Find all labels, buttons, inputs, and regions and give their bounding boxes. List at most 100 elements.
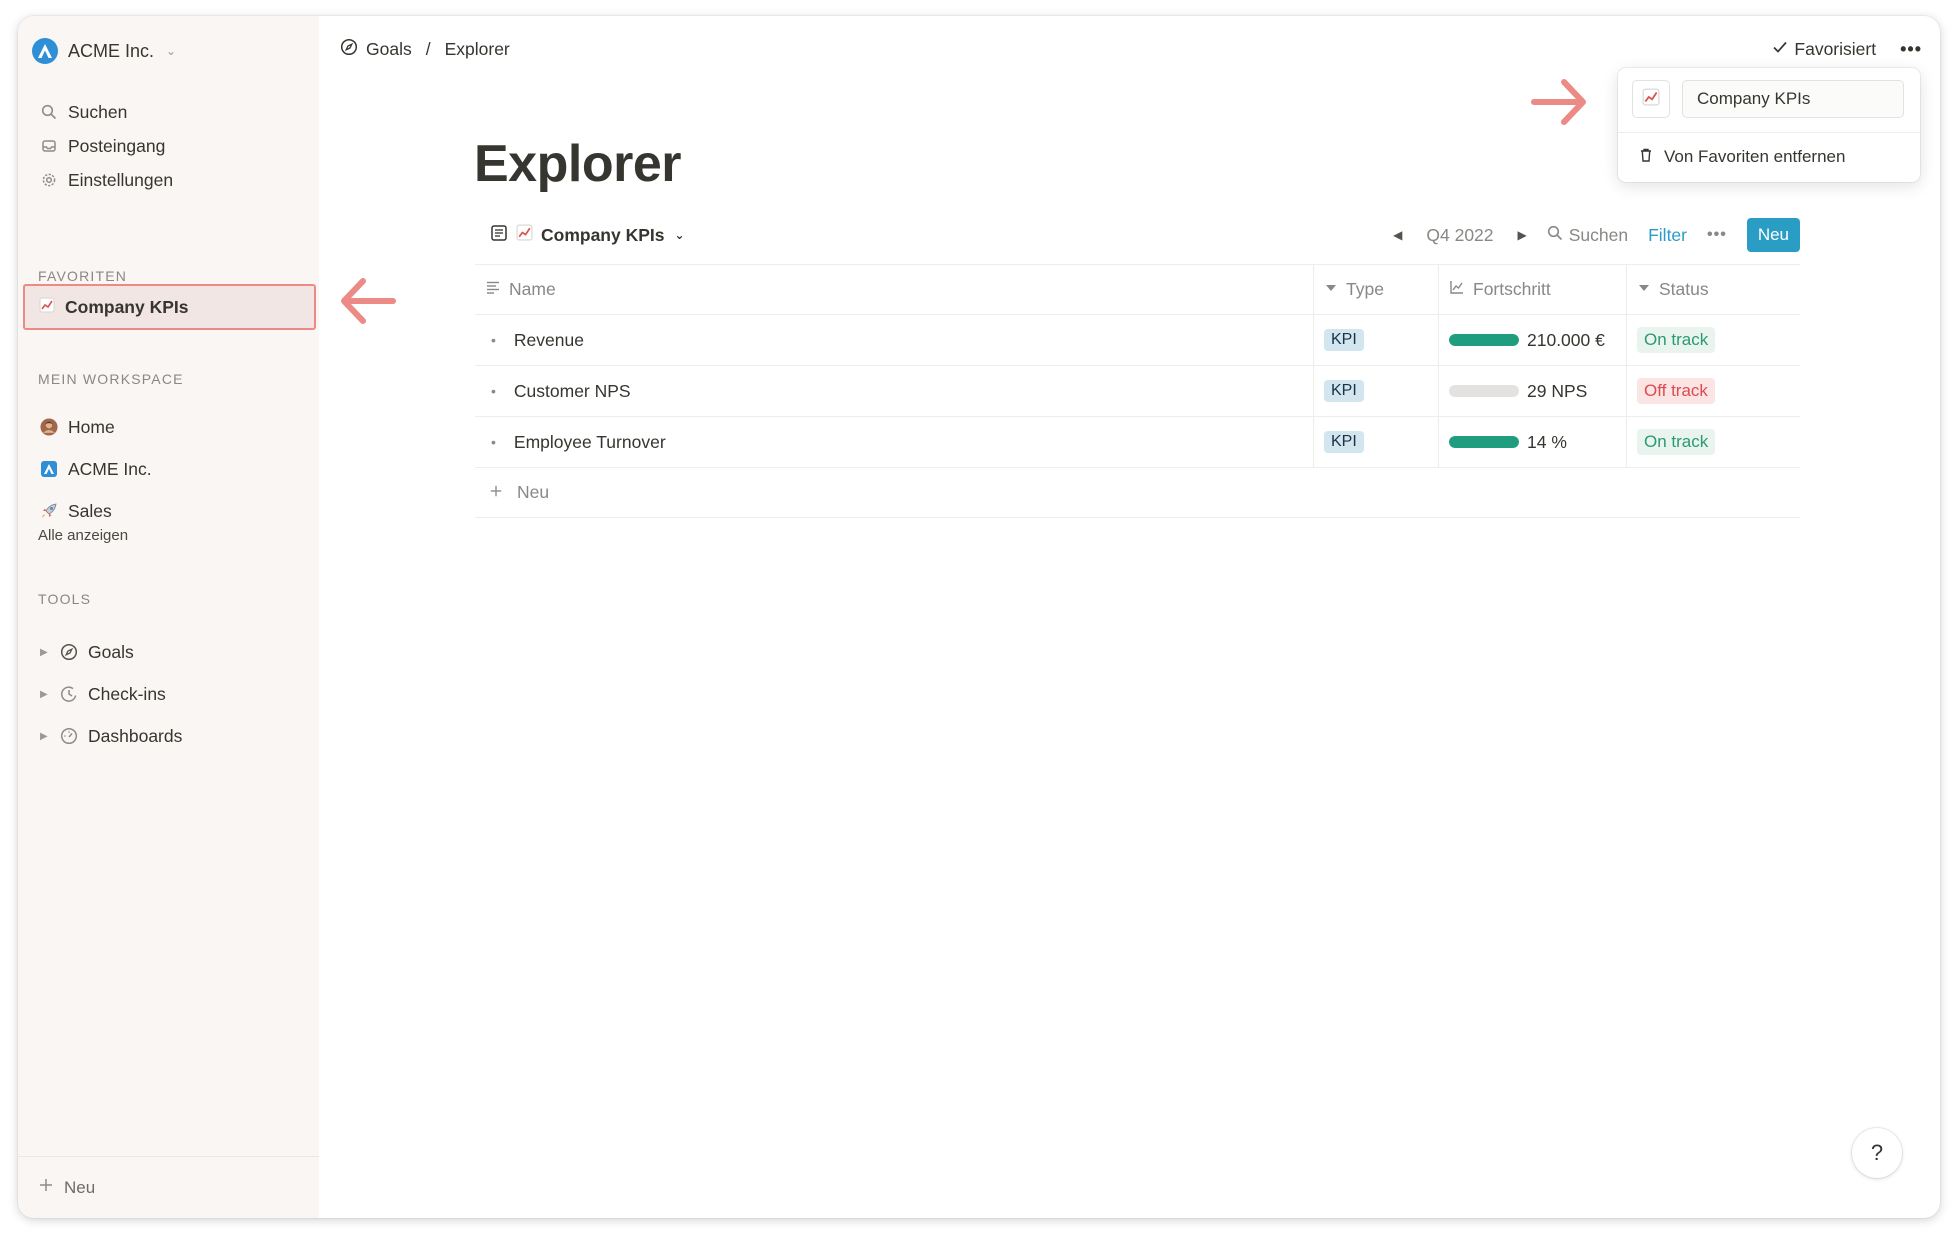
favorite-icon-picker[interactable] <box>1632 80 1670 118</box>
view-name: Company KPIs <box>541 224 665 245</box>
show-all-link[interactable]: Alle anzeigen <box>38 527 128 544</box>
gauge-icon <box>60 727 78 745</box>
breadcrumb-item-explorer[interactable]: Explorer <box>445 39 510 60</box>
sidebar-item-label: Posteingang <box>68 135 166 156</box>
bullet-icon: • <box>491 332 496 348</box>
avatar-icon <box>40 418 58 436</box>
plus-icon <box>489 482 503 503</box>
previous-period-icon[interactable]: ◀ <box>1393 228 1402 242</box>
search-label: Suchen <box>1568 224 1629 245</box>
sidebar-item-checkins[interactable]: ▶ Check-ins <box>32 677 174 711</box>
sidebar-item-dashboards[interactable]: ▶ Dashboards <box>32 719 190 753</box>
sidebar-new-label: Neu <box>64 1177 96 1197</box>
table-row[interactable]: • Customer NPS KPI 29 NPS Off track <box>475 366 1800 417</box>
column-header-progress[interactable]: Fortschritt <box>1439 265 1627 314</box>
breadcrumb-label: Goals <box>366 38 412 59</box>
sidebar-item-search[interactable]: Suchen <box>32 95 135 129</box>
name-cell[interactable]: • Employee Turnover <box>475 417 1314 467</box>
filter-button[interactable]: Filter <box>1648 225 1687 246</box>
acme-logo-icon <box>40 460 58 478</box>
name-cell[interactable]: • Customer NPS <box>475 366 1314 416</box>
sidebar-new-page-button[interactable]: Neu <box>18 1156 319 1218</box>
compass-icon <box>60 643 78 661</box>
caret-right-icon[interactable]: ▶ <box>40 689 50 700</box>
add-row-button[interactable]: Neu <box>475 468 1800 518</box>
breadcrumb-item-goals[interactable]: Goals <box>340 38 412 61</box>
status-badge: Off track <box>1637 378 1715 404</box>
row-name: Employee Turnover <box>513 431 666 452</box>
caret-right-icon[interactable]: ▶ <box>40 731 50 742</box>
clock-icon <box>60 685 78 703</box>
sidebar-item-label: Dashboards <box>88 725 183 746</box>
favorited-label: Favorisiert <box>1794 38 1877 59</box>
sidebar-item-inbox[interactable]: Posteingang <box>32 129 173 163</box>
sidebar-item-label: Suchen <box>68 101 128 122</box>
table-row[interactable]: • Employee Turnover KPI 14 % On track <box>475 417 1800 468</box>
more-options-icon[interactable]: ••• <box>1900 39 1922 60</box>
view-toolbar: Company KPIs ⌄ ◀ Q4 2022 ▶ Suchen Filter… <box>484 218 1800 252</box>
page-title: Explorer <box>474 135 681 193</box>
search-icon <box>1547 225 1563 246</box>
lines-icon <box>485 279 501 300</box>
period-label[interactable]: Q4 2022 <box>1426 225 1493 246</box>
workspace-switcher[interactable]: ACME Inc. ⌄ <box>32 36 176 66</box>
type-cell[interactable]: KPI <box>1314 366 1439 416</box>
column-header-name[interactable]: Name <box>475 265 1314 314</box>
progress-value: 14 % <box>1527 431 1567 452</box>
column-header-label: Name <box>509 279 556 299</box>
view-selector[interactable]: Company KPIs ⌄ <box>484 218 691 252</box>
type-cell[interactable]: KPI <box>1314 315 1439 365</box>
acme-logo-icon <box>32 38 58 64</box>
favorites-section-label: FAVORITEN <box>38 268 128 284</box>
popover-divider <box>1618 132 1920 133</box>
column-header-label: Type <box>1346 279 1384 299</box>
bullet-icon: • <box>491 434 496 450</box>
remove-favorite-button[interactable]: Von Favoriten entfernen <box>1632 140 1851 174</box>
table-view-icon <box>490 224 508 247</box>
plus-icon <box>38 1177 54 1198</box>
bullet-icon: • <box>491 383 496 399</box>
type-cell[interactable]: KPI <box>1314 417 1439 467</box>
annotation-arrow-right-icon <box>1530 77 1589 127</box>
name-cell[interactable]: • Revenue <box>475 315 1314 365</box>
caret-right-icon[interactable]: ▶ <box>40 647 50 658</box>
view-more-options-icon[interactable]: ••• <box>1707 226 1727 244</box>
trash-icon <box>1638 147 1654 168</box>
table-header-row: Name Type Fortschritt Status <box>475 264 1800 315</box>
table-row[interactable]: • Revenue KPI 210.000 € On track <box>475 315 1800 366</box>
column-header-label: Status <box>1659 279 1709 299</box>
add-row-label: Neu <box>517 482 550 502</box>
status-cell[interactable]: On track <box>1627 417 1800 467</box>
progress-bar <box>1449 385 1519 397</box>
column-header-label: Fortschritt <box>1473 279 1551 299</box>
app-window: ACME Inc. ⌄ Suchen Posteingang Einstellu… <box>18 16 1940 1218</box>
new-entry-button[interactable]: Neu <box>1746 218 1800 252</box>
sidebar-item-label: Goals <box>88 641 134 662</box>
type-tag: KPI <box>1324 329 1364 351</box>
sidebar-item-company-kpis[interactable]: Company KPIs <box>23 284 316 330</box>
sidebar-item-label: Home <box>68 416 115 437</box>
progress-value: 210.000 € <box>1527 329 1605 350</box>
column-header-status[interactable]: Status <box>1627 265 1800 314</box>
sidebar-item-sales[interactable]: Sales <box>32 494 120 528</box>
sidebar-item-settings[interactable]: Einstellungen <box>32 163 181 197</box>
row-name: Revenue <box>513 329 584 350</box>
help-button[interactable]: ? <box>1852 1128 1902 1178</box>
sidebar-item-home[interactable]: Home <box>32 410 123 444</box>
progress-cell[interactable]: 14 % <box>1439 417 1627 467</box>
sidebar-item-acme[interactable]: ACME Inc. <box>32 452 160 486</box>
sidebar-item-goals[interactable]: ▶ Goals <box>32 635 142 669</box>
period-navigator: ◀ Q4 2022 ▶ <box>1393 225 1527 246</box>
table-search-button[interactable]: Suchen <box>1547 225 1628 246</box>
favorite-name-input[interactable] <box>1682 80 1904 118</box>
status-cell[interactable]: Off track <box>1627 366 1800 416</box>
progress-bar-fill <box>1449 334 1519 346</box>
status-cell[interactable]: On track <box>1627 315 1800 365</box>
progress-cell[interactable]: 210.000 € <box>1439 315 1627 365</box>
favorite-toggle-button[interactable]: Favorisiert <box>1772 39 1876 60</box>
gear-icon <box>40 171 58 189</box>
next-period-icon[interactable]: ▶ <box>1518 228 1527 242</box>
progress-cell[interactable]: 29 NPS <box>1439 366 1627 416</box>
column-header-type[interactable]: Type <box>1314 265 1439 314</box>
breadcrumb: Goals / Explorer <box>340 34 510 64</box>
